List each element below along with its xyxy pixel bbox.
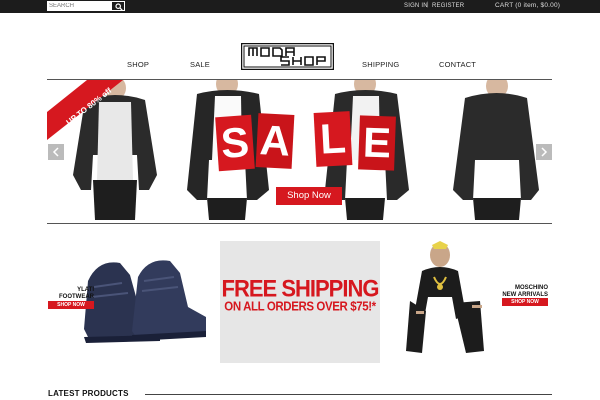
sale-letter: L bbox=[313, 111, 353, 167]
nav-contact[interactable]: CONTACT bbox=[439, 60, 476, 69]
search-input[interactable] bbox=[47, 1, 111, 11]
search-box bbox=[47, 1, 125, 11]
nav-shop[interactable]: SHOP bbox=[127, 60, 149, 69]
promo-moschino-title: MOSCHINO NEW ARRIVALS bbox=[500, 285, 548, 299]
carousel-prev-button[interactable] bbox=[48, 144, 64, 160]
cart-link[interactable]: CART (0 item, $0.00) bbox=[495, 2, 560, 9]
sale-letter: E bbox=[358, 115, 396, 171]
sign-in-link[interactable]: SIGN IN bbox=[404, 3, 428, 9]
latest-products-heading: LATEST PRODUCTS bbox=[48, 389, 129, 398]
footwear-shop-now-button[interactable]: SHOP NOW bbox=[48, 301, 94, 309]
search-icon bbox=[115, 3, 123, 11]
sale-letter: S bbox=[215, 114, 255, 172]
moda-shop-logo[interactable] bbox=[240, 42, 335, 71]
register-link[interactable]: REGISTER bbox=[432, 3, 464, 9]
search-button[interactable] bbox=[111, 1, 125, 11]
promo-footwear-title: YLATI FOOTWEAR bbox=[50, 287, 94, 301]
free-shipping-headline: FREE SHIPPING bbox=[221, 274, 380, 303]
carousel-next-button[interactable] bbox=[536, 144, 552, 160]
promo-footwear-title-line2: FOOTWEAR bbox=[59, 294, 94, 300]
chevron-right-icon bbox=[541, 147, 548, 157]
divider-middle bbox=[47, 223, 552, 224]
latest-products-divider bbox=[145, 394, 552, 395]
shop-now-button[interactable]: Shop Now bbox=[276, 187, 342, 205]
promo-moschino-title-line1: MOSCHINO bbox=[515, 285, 548, 291]
free-shipping-subline: ON ALL ORDERS OVER $75!* bbox=[224, 300, 376, 314]
sale-letter: A bbox=[255, 113, 295, 169]
chevron-left-icon bbox=[52, 147, 59, 157]
nav-sale[interactable]: SALE bbox=[190, 60, 210, 69]
top-separator: | bbox=[427, 2, 429, 8]
model-figure bbox=[453, 80, 539, 220]
moschino-shop-now-button[interactable]: SHOP NOW bbox=[502, 298, 548, 306]
promo-footwear-title-line1: YLATI bbox=[77, 287, 94, 293]
nav-shipping[interactable]: SHIPPING bbox=[362, 60, 399, 69]
